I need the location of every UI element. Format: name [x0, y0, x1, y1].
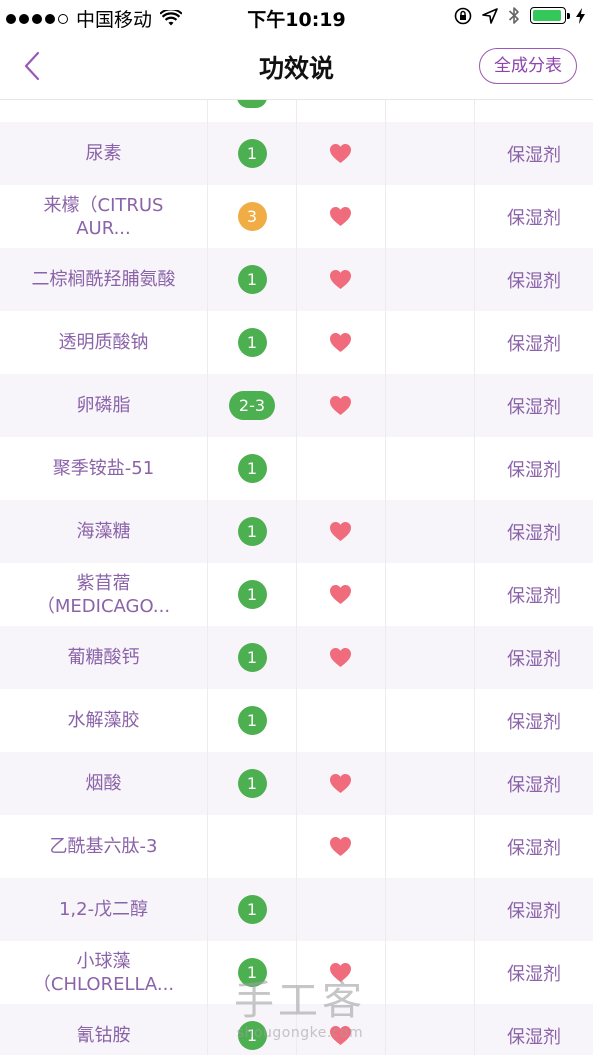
ingredient-table[interactable]: 尿素 1 保湿剂 来檬（CITRUS AUR... 3 保湿剂 二棕榈酰羟脯氨酸 1 保湿剂 透明质…: [0, 100, 593, 1055]
heart-icon: [330, 206, 351, 227]
safety-score-badge: 1: [237, 265, 267, 294]
ingredient-name-line: 水解藻胶: [67, 710, 140, 731]
ingredient-name: 透明质酸钠: [0, 311, 207, 374]
safety-score-badge: 1: [237, 517, 267, 546]
heart-icon: [330, 1025, 351, 1046]
ingredient-name-line: AUR...: [76, 217, 131, 239]
safety-score-badge: 1: [237, 580, 267, 609]
safety-score-badge: 1: [237, 454, 267, 483]
heart-icon: [330, 584, 351, 605]
safety-score-badge: 2-3: [229, 391, 275, 420]
ingredient-function: 保湿剂: [507, 207, 561, 229]
ingredient-name: 乙酰基六肽-3: [0, 815, 207, 878]
navigation-bar: 功效说 全成分表: [0, 33, 593, 100]
ingredient-name-line: 紫苜蓿: [76, 572, 131, 594]
column-divider: [207, 100, 208, 1055]
bluetooth-icon: [508, 7, 519, 24]
ingredient-name-line: 1,2-戊二醇: [58, 899, 149, 920]
ingredient-name-line: （CHLORELLA...: [32, 973, 175, 995]
status-right: [454, 6, 585, 25]
ingredient-name-line: 二棕榈酰羟脯氨酸: [31, 269, 176, 290]
safety-score-badge: 1: [237, 328, 267, 357]
heart-icon: [330, 269, 351, 290]
ingredient-name-line: 海藻糖: [76, 521, 131, 542]
heart-icon: [330, 395, 351, 416]
safety-score-badge: 1: [237, 139, 267, 168]
column-divider: [385, 100, 386, 1055]
safety-score-badge: 1: [237, 706, 267, 735]
safety-score-badge: 1: [237, 958, 267, 987]
safety-score-badge: 1: [237, 643, 267, 672]
ingredient-name: 卵磷脂: [0, 374, 207, 437]
ingredient-name-line: 乙酰基六肽-3: [49, 836, 158, 857]
safety-score-badge: 1: [237, 769, 267, 798]
ingredient-name-line: 氰钴胺: [76, 1025, 131, 1046]
ingredient-function: 保湿剂: [507, 774, 561, 796]
heart-icon: [330, 773, 351, 794]
ingredient-name: 聚季铵盐-51: [0, 437, 207, 500]
location-arrow-icon: [482, 7, 498, 24]
ingredient-function: 保湿剂: [507, 459, 561, 481]
ingredient-name-line: （MEDICAGO...: [36, 595, 171, 617]
ingredient-function: 保湿剂: [507, 396, 561, 418]
battery-icon: [530, 7, 570, 24]
ingredient-name-line: 葡糖酸钙: [67, 647, 140, 668]
ingredient-function: 保湿剂: [507, 900, 561, 922]
ingredient-name: 葡糖酸钙: [0, 626, 207, 689]
ingredient-function: 保湿剂: [507, 837, 561, 859]
ingredient-function: 保湿剂: [507, 585, 561, 607]
ingredient-name: 紫苜蓿 （MEDICAGO...: [0, 563, 207, 626]
ingredient-name: 二棕榈酰羟脯氨酸: [0, 248, 207, 311]
charging-bolt-icon: [576, 7, 585, 24]
ingredient-name: 来檬（CITRUS AUR...: [0, 185, 207, 248]
ingredient-name-line: 小球藻: [76, 950, 131, 972]
ingredient-name: 氰钴胺: [0, 1004, 207, 1055]
ingredient-name: 烟酸: [0, 752, 207, 815]
ingredient-function: 保湿剂: [507, 333, 561, 355]
heart-icon: [330, 647, 351, 668]
safety-score-badge: 1: [237, 895, 267, 924]
ingredient-function: 保湿剂: [507, 270, 561, 292]
ingredient-name: 1,2-戊二醇: [0, 878, 207, 941]
column-divider: [474, 100, 475, 1055]
safety-score-badge: 3: [237, 202, 267, 231]
full-ingredient-list-button[interactable]: 全成分表: [479, 48, 577, 84]
heart-icon: [330, 521, 351, 542]
ingredient-function: 保湿剂: [507, 1026, 561, 1048]
ingredient-name: 水解藻胶: [0, 689, 207, 752]
heart-icon: [330, 143, 351, 164]
ingredient-name: 尿素: [0, 122, 207, 185]
ingredient-name: 海藻糖: [0, 500, 207, 563]
ingredient-function: 保湿剂: [507, 522, 561, 544]
heart-icon: [330, 332, 351, 353]
orientation-lock-icon: [454, 7, 472, 24]
safety-score-badge: 1: [237, 1021, 267, 1050]
heart-icon: [330, 962, 351, 983]
ingredient-function: 保湿剂: [507, 963, 561, 985]
ingredient-name: 小球藻 （CHLORELLA...: [0, 941, 207, 1004]
ingredient-name-line: 烟酸: [85, 773, 122, 794]
safety-score-badge: [237, 100, 267, 108]
ingredient-function: 保湿剂: [507, 648, 561, 670]
ingredient-function: 保湿剂: [507, 711, 561, 733]
ingredient-name-line: 透明质酸钠: [58, 332, 149, 353]
ingredient-name-line: 聚季铵盐-51: [52, 458, 155, 479]
ingredient-name-line: 来檬（CITRUS: [43, 194, 164, 216]
ingredient-name-line: 尿素: [85, 143, 122, 164]
ingredient-function: 保湿剂: [507, 144, 561, 166]
column-divider: [296, 100, 297, 1055]
heart-icon: [330, 836, 351, 857]
ingredient-name-line: 卵磷脂: [76, 395, 131, 416]
status-bar: 中国移动 下午10:19: [0, 0, 593, 33]
